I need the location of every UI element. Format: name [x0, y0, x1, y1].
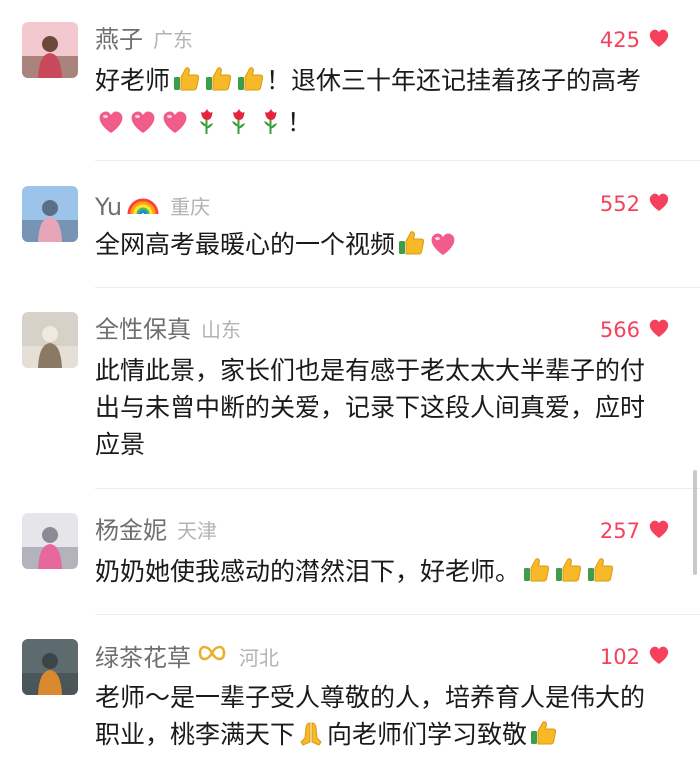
comment-header: 绿茶花草 河北 — [95, 641, 279, 672]
like-button[interactable]: 102 — [600, 643, 670, 671]
comment-text-segment: 奶奶她使我感动的潸然泪下，好老师。 — [95, 557, 521, 586]
avatar[interactable] — [22, 312, 78, 368]
divider — [95, 488, 700, 489]
region-label: 山东 — [201, 317, 241, 342]
avatar[interactable] — [22, 186, 78, 242]
comment-text: 奶奶她使我感动的潸然泪下，好老师。 — [95, 553, 665, 595]
divider — [95, 160, 700, 161]
like-count: 552 — [599, 192, 640, 216]
thumbs-up-icon — [521, 555, 551, 595]
heart-emoji-icon — [160, 106, 190, 146]
like-count: 102 — [599, 645, 640, 669]
comment-text: 此情此景，家长们也是有感于老太太大半辈子的付出与未曾中断的关爱，记录下这段人间真… — [95, 352, 665, 463]
like-button[interactable]: 257 — [600, 517, 670, 545]
comment-header: 全性保真 山东 — [95, 314, 241, 344]
rose-icon — [224, 106, 254, 146]
comment-text-segment: 向老师们学习致敬 — [327, 720, 528, 749]
scrollbar[interactable] — [693, 470, 697, 575]
infinity-icon — [195, 641, 229, 675]
thumbs-up-icon — [396, 228, 426, 268]
comment-text-segment: 全网高考最暖心的一个视频 — [95, 230, 396, 259]
comment-text: 好老师 ！退休三十年还记挂着孩子的高考 ！ — [95, 62, 665, 146]
thumbs-up-icon — [235, 64, 265, 104]
pray-icon — [296, 718, 326, 758]
thumbs-up-icon — [203, 64, 233, 104]
divider — [95, 287, 700, 288]
comment-text: 老师～是一辈子受人尊敬的人，培养育人是伟大的职业，桃李满天下 向老师们学习致敬 — [95, 679, 665, 758]
avatar[interactable] — [22, 639, 78, 695]
heart-icon[interactable] — [648, 28, 670, 52]
heart-icon[interactable] — [648, 192, 670, 216]
comment-text-segment: ！退休三十年还记挂着孩子的高考 — [266, 66, 642, 95]
like-count: 257 — [599, 519, 640, 543]
comment-header: 杨金妮 天津 — [95, 515, 217, 545]
heart-icon[interactable] — [648, 318, 670, 342]
comment-text-segment: 好老师 — [95, 66, 171, 95]
username[interactable]: 绿茶花草 — [95, 644, 191, 672]
comment-header: 燕子 广东 — [95, 24, 193, 54]
username[interactable]: 燕子 — [95, 26, 143, 54]
heart-icon[interactable] — [648, 519, 670, 543]
region-label: 广东 — [153, 27, 193, 52]
comment-text: 全网高考最暖心的一个视频 — [95, 226, 665, 268]
rose-icon — [256, 106, 286, 146]
heart-emoji-icon — [96, 106, 126, 146]
comment-header: Yu 重庆 — [95, 188, 211, 221]
comment-text-segment: 此情此景，家长们也是有感于老太太大半辈子的付出与未曾中断的关爱，记录下这段人间真… — [95, 356, 646, 459]
thumbs-up-icon — [171, 64, 201, 104]
username[interactable]: 全性保真 — [95, 316, 191, 344]
like-button[interactable]: 552 — [600, 190, 670, 218]
divider — [95, 614, 700, 615]
rose-icon — [192, 106, 222, 146]
thumbs-up-icon — [585, 555, 615, 595]
like-count: 566 — [599, 318, 640, 342]
username[interactable]: 杨金妮 — [95, 517, 167, 545]
comment-text-segment: ！ — [287, 108, 313, 137]
username[interactable]: Yu — [95, 193, 122, 221]
heart-icon[interactable] — [648, 645, 670, 669]
region-label: 重庆 — [170, 195, 211, 219]
like-button[interactable]: 425 — [600, 26, 670, 54]
region-label: 河北 — [239, 646, 279, 670]
thumbs-up-icon — [553, 555, 583, 595]
like-count: 425 — [599, 28, 640, 52]
region-label: 天津 — [177, 518, 217, 543]
heart-emoji-icon — [428, 228, 458, 268]
thumbs-up-icon — [528, 718, 558, 758]
rainbow-icon — [126, 188, 160, 226]
like-button[interactable]: 566 — [600, 316, 670, 344]
avatar[interactable] — [22, 22, 78, 78]
heart-emoji-icon — [128, 106, 158, 146]
avatar[interactable] — [22, 513, 78, 569]
